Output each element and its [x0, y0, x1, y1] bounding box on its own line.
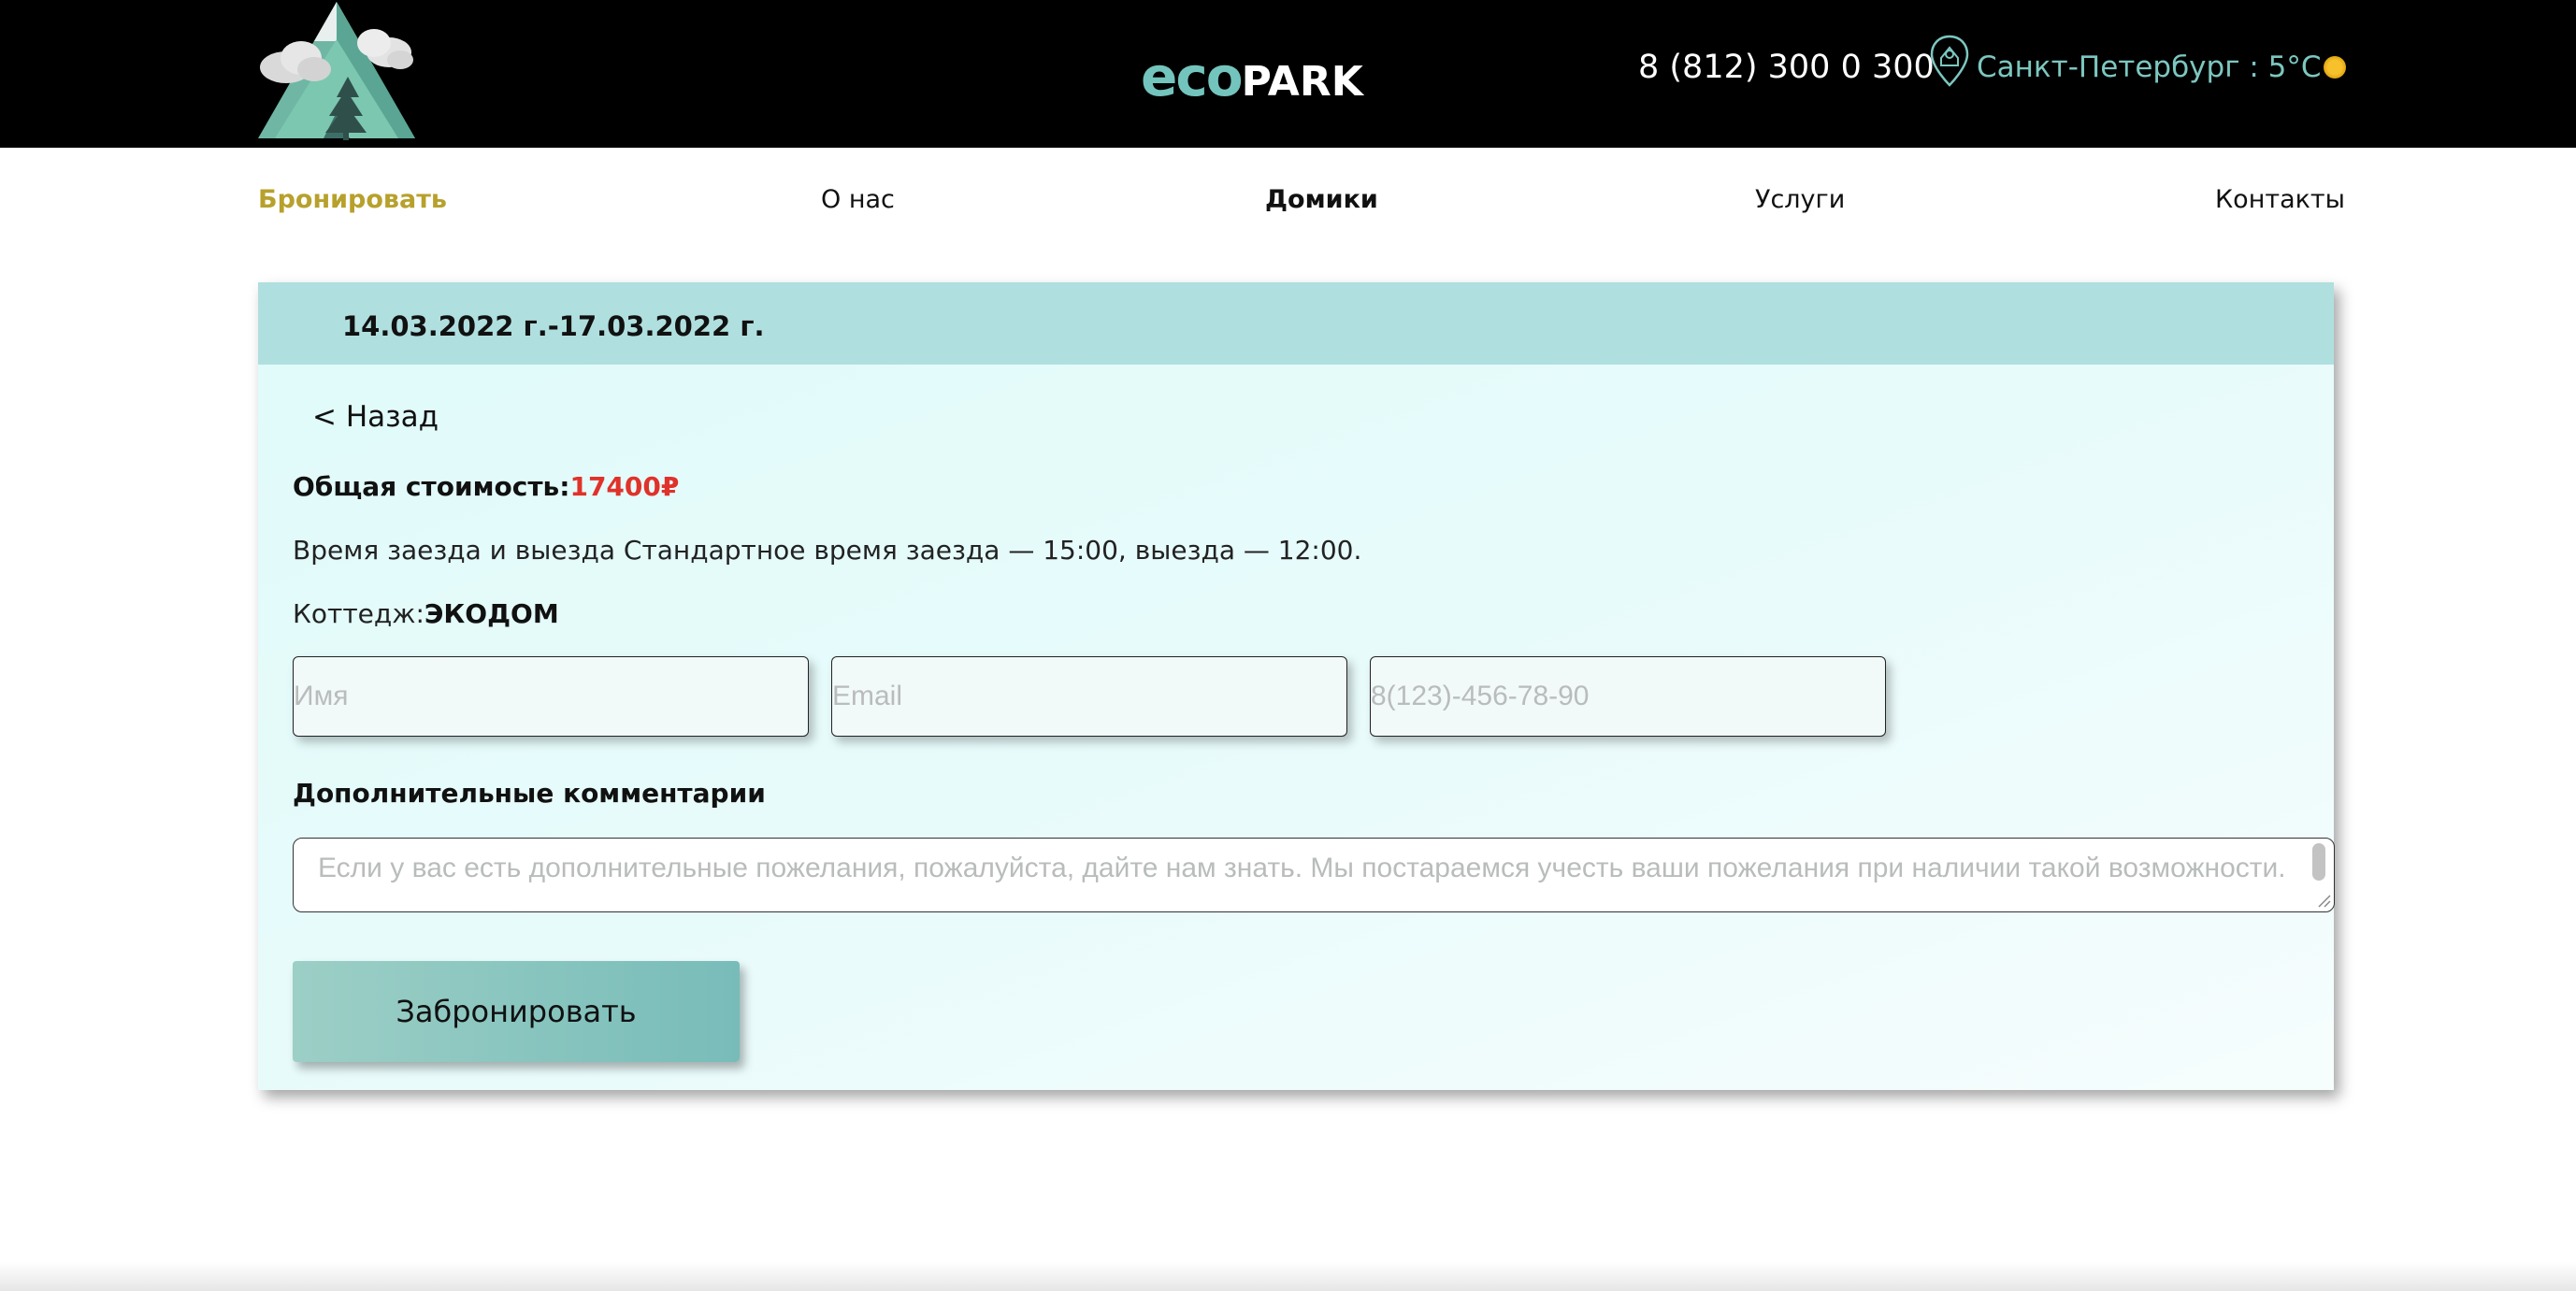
- location-pin-icon: [1930, 35, 1969, 87]
- comments-label: Дополнительные комментарии: [293, 778, 766, 809]
- cottage-label: Коттедж:: [293, 598, 425, 629]
- resize-grip-icon[interactable]: [2315, 888, 2332, 909]
- total-cost-label: Общая стоимость:: [293, 471, 570, 502]
- textarea-scrollbar[interactable]: [2312, 843, 2325, 881]
- sun-icon: [2323, 56, 2346, 79]
- nav-book[interactable]: Бронировать: [258, 185, 447, 214]
- book-button[interactable]: Забронировать: [293, 961, 740, 1062]
- top-header: eco PARK 8 (812) 300 0 300 Санкт-Петербу…: [0, 0, 2576, 148]
- nav-contacts[interactable]: Контакты: [2215, 185, 2345, 214]
- nav-houses[interactable]: Домики: [1265, 185, 1378, 214]
- page-bottom-shade: [0, 1262, 2576, 1291]
- total-cost-value: 17400₽: [569, 471, 680, 502]
- comments-textarea[interactable]: [293, 838, 2335, 912]
- nav-services[interactable]: Услуги: [1755, 185, 1845, 214]
- booking-dates: 14.03.2022 г.-17.03.2022 г.: [342, 310, 765, 342]
- mountain-tree-logo[interactable]: [258, 0, 415, 140]
- cottage-info: Коттедж:ЭКОДОМ: [293, 598, 559, 629]
- checkin-checkout-times: Время заезда и выезда Стандартное время …: [293, 535, 1362, 566]
- booking-card-header: 14.03.2022 г.-17.03.2022 г.: [258, 282, 2334, 365]
- city-weather: Санкт-Петербург : 5°C: [1977, 50, 2346, 84]
- back-link[interactable]: < Назад: [312, 400, 439, 434]
- city-weather-text: Санкт-Петербург : 5°C: [1977, 50, 2322, 84]
- cottage-name: ЭКОДОМ: [424, 598, 559, 629]
- brand-eco: eco: [1141, 45, 1244, 108]
- nav-about[interactable]: О нас: [821, 185, 895, 214]
- phone-input[interactable]: [1370, 656, 1886, 737]
- email-input[interactable]: [831, 656, 1347, 737]
- brand-wordmark[interactable]: eco PARK: [1141, 45, 1363, 108]
- name-input[interactable]: [293, 656, 809, 737]
- total-cost: Общая стоимость:17400₽: [293, 471, 679, 502]
- booking-card: 14.03.2022 г.-17.03.2022 г. < Назад Обща…: [258, 282, 2335, 1090]
- brand-park: PARK: [1241, 58, 1363, 106]
- phone-number[interactable]: 8 (812) 300 0 300: [1638, 49, 1935, 86]
